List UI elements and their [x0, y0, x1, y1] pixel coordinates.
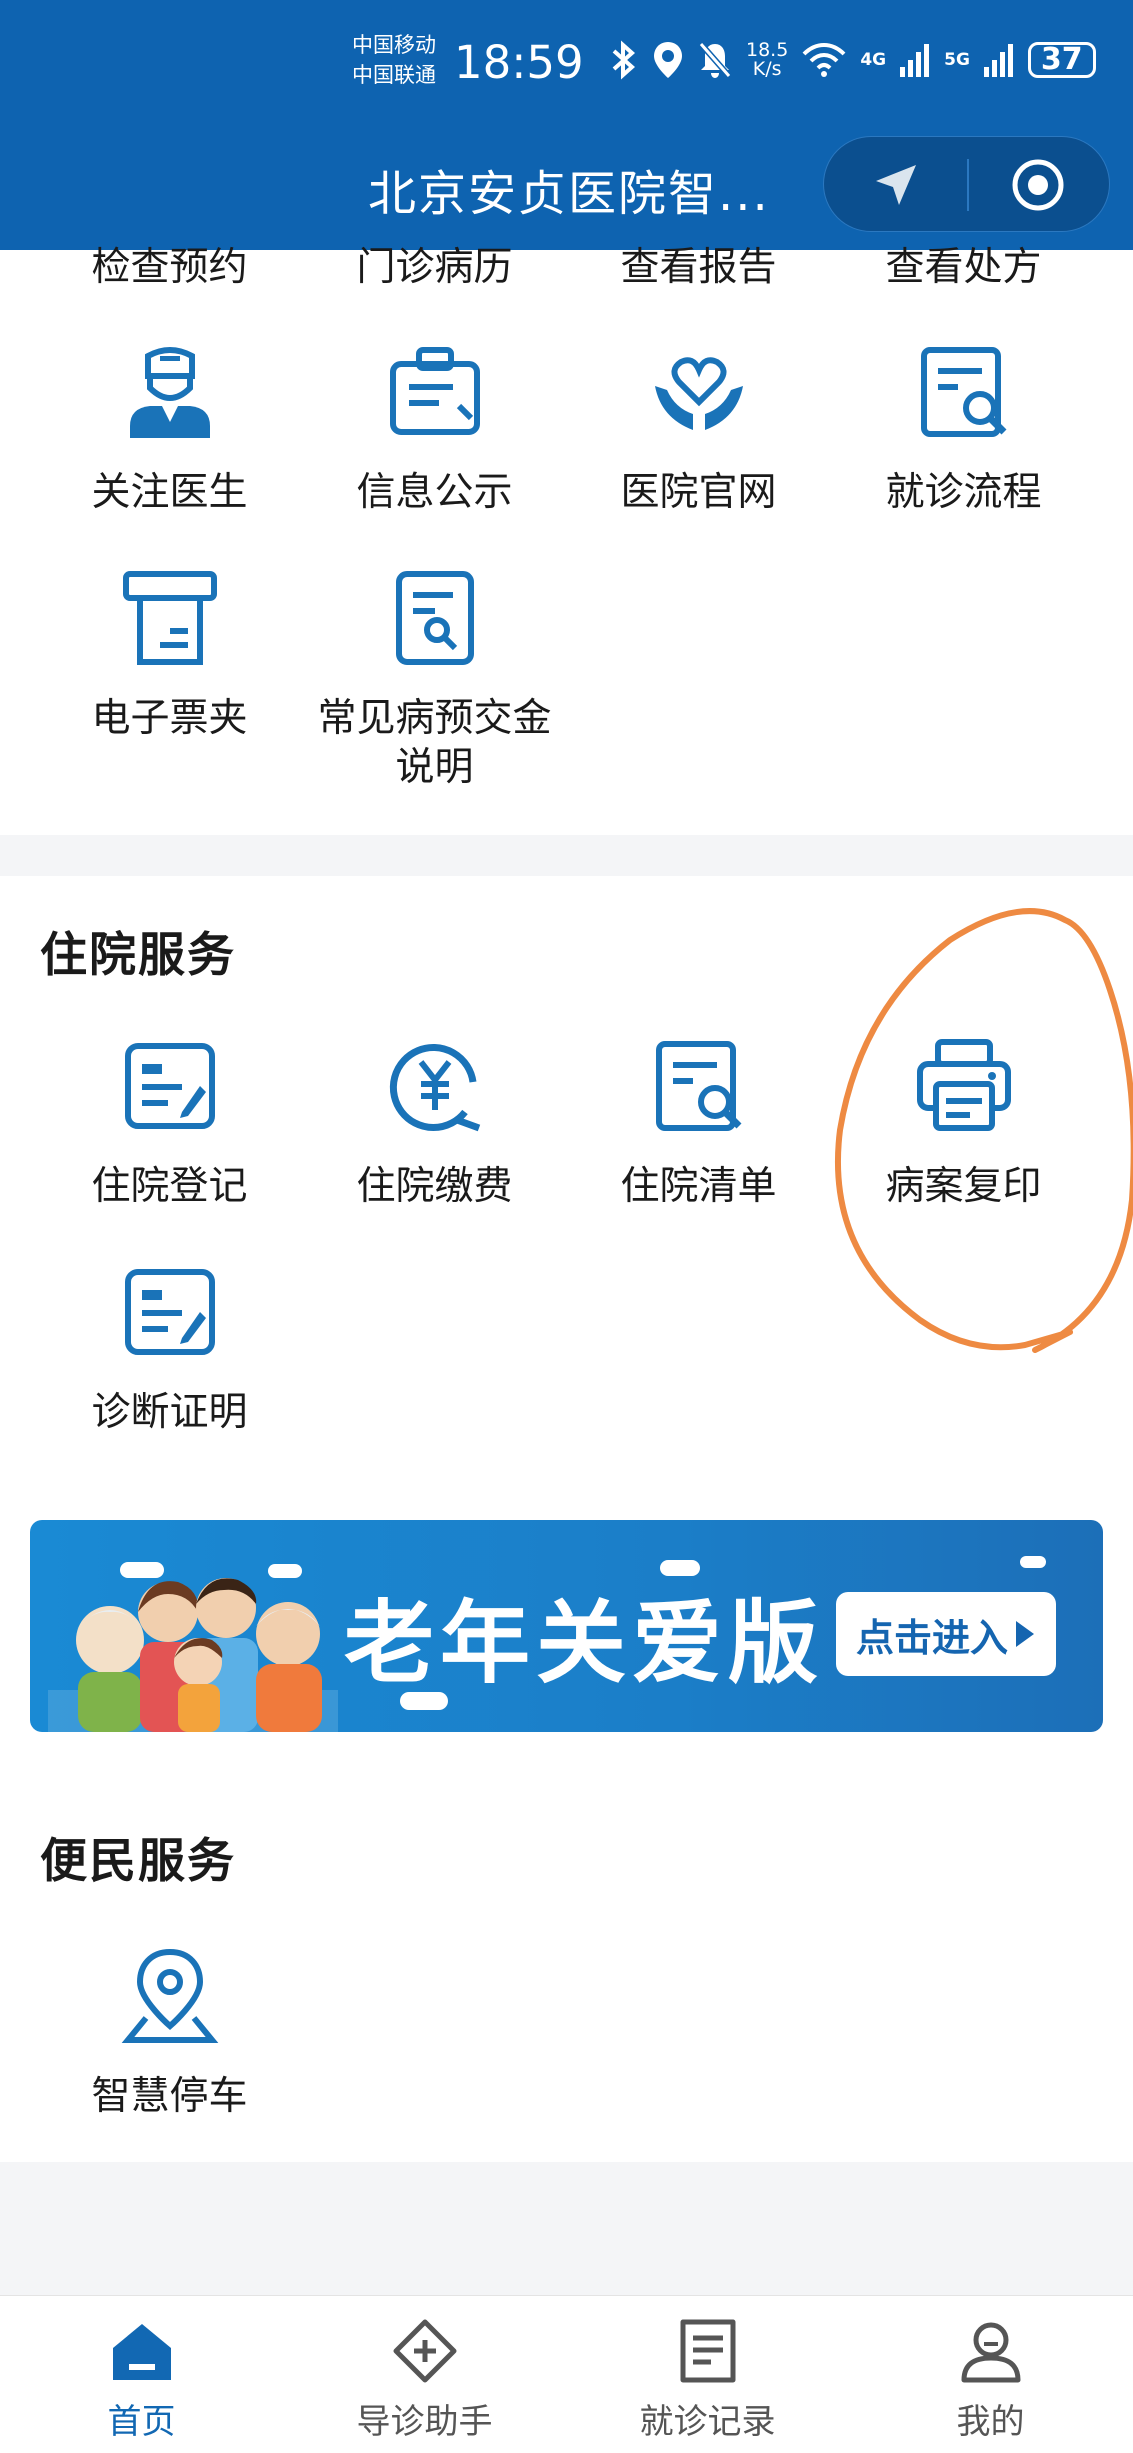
mute-bell-icon	[698, 42, 732, 78]
e-ticket-button[interactable]: 电子票夹	[37, 568, 302, 743]
form-edit-icon	[124, 1043, 215, 1129]
tile-label: 智慧停车	[91, 2074, 248, 2119]
home-icon	[112, 2324, 171, 2380]
form-edit-icon	[124, 1269, 215, 1355]
nav-label: 我的	[956, 2402, 1025, 2442]
document-search-icon	[395, 571, 474, 665]
doctor-icon	[129, 347, 210, 438]
outpatient-record-button[interactable]: 门诊病历	[302, 243, 567, 292]
record-copy-button[interactable]: 病案复印	[831, 1036, 1096, 1211]
carrier-2: 中国联通	[352, 63, 436, 87]
user-icon	[961, 2322, 1020, 2383]
signal-icon-a	[900, 44, 930, 77]
navigation-arrow-icon	[876, 165, 916, 205]
records-icon	[680, 2319, 735, 2383]
section-title-convenience: 便民服务	[40, 1834, 236, 1889]
family-illustration	[48, 1578, 338, 1732]
document-search-icon	[655, 1041, 741, 1131]
elderly-care-banner[interactable]: 老年关爱版 点击进入	[30, 1520, 1103, 1732]
nav-profile[interactable]: 我的	[849, 2318, 1132, 2443]
cloud-decoration	[1020, 1556, 1046, 1568]
capsule-divider	[967, 159, 969, 211]
battery-indicator: 37	[1027, 42, 1096, 78]
follow-doctor-button[interactable]: 关注医生	[37, 342, 302, 517]
inpatient-bill-button[interactable]: 住院清单	[566, 1036, 831, 1211]
visit-process-button[interactable]: 就诊流程	[831, 342, 1096, 517]
nav-home[interactable]: 首页	[0, 2318, 283, 2443]
close-miniprogram-button[interactable]	[1008, 155, 1068, 215]
carrier-1: 中国移动	[352, 33, 436, 57]
tile-label: 电子票夹	[91, 696, 248, 741]
document-search-icon	[920, 347, 1006, 437]
nav-label: 就诊记录	[639, 2402, 776, 2442]
receipt-printer-icon	[122, 571, 217, 665]
banner-button-label: 点击进入	[855, 1615, 1008, 1660]
smart-parking-button[interactable]: 智慧停车	[37, 1946, 302, 2121]
diagnosis-certificate-button[interactable]: 诊断证明	[37, 1262, 302, 1437]
status-bar: 中国移动 中国联通 18:59 18.5 K/s 4G 5G 37	[0, 26, 1133, 96]
yuan-payment-icon	[389, 1044, 480, 1132]
play-arrow-icon	[1016, 1621, 1034, 1647]
printer-icon	[916, 1039, 1011, 1131]
admission-register-button[interactable]: 住院登记	[37, 1036, 302, 1211]
convenience-services-card: 便民服务 智慧停车	[0, 1782, 1133, 2162]
status-icons: 18.5 K/s 4G 5G 37	[610, 40, 1096, 80]
nav-label: 首页	[107, 2402, 176, 2442]
bluetooth-icon	[612, 40, 636, 80]
inpatient-services-card: 住院服务 住院登记 住院缴费 住院清单 病案复印 诊断证明	[0, 876, 1133, 1480]
clock: 18:59	[454, 36, 584, 89]
notice-board-icon	[389, 347, 480, 435]
outpatient-services-card: 检查预约 门诊病历 查看报告 查看处方 关注医生 信息公示 医院官网 就诊流程 …	[0, 245, 1133, 835]
tile-label: 医院官网	[620, 470, 777, 515]
wifi-icon	[802, 43, 846, 77]
info-notice-button[interactable]: 信息公示	[302, 342, 567, 517]
tile-label: 住院缴费	[356, 1164, 513, 1209]
nav-visit-records[interactable]: 就诊记录	[566, 2318, 849, 2443]
hospital-website-button[interactable]: 医院官网	[566, 342, 831, 517]
carrier-labels: 中国移动 中国联通	[352, 30, 436, 90]
network-type-b: 5G	[944, 50, 970, 70]
navigate-button[interactable]	[866, 155, 926, 215]
medical-guide-icon	[393, 2319, 456, 2383]
tile-label: 就诊流程	[885, 470, 1042, 515]
tile-label: 关注医生	[91, 470, 248, 515]
signal-icon-b	[983, 44, 1013, 77]
tile-label-line2: 说明	[395, 745, 474, 790]
capsule-menu	[823, 136, 1110, 232]
nav-guide-assistant[interactable]: 导诊助手	[283, 2318, 566, 2443]
target-circle-icon	[1012, 159, 1064, 211]
header-bar: 中国移动 中国联通 18:59 18.5 K/s 4G 5G 37 北京安贞医院…	[0, 0, 1133, 250]
speed-unit: K/s	[752, 58, 782, 80]
page-title: 北京安贞医院智...	[368, 166, 770, 222]
inpatient-payment-button[interactable]: 住院缴费	[302, 1036, 567, 1211]
tile-label: 诊断证明	[91, 1390, 248, 1435]
bottom-navigation: 首页 导诊助手 就诊记录 我的	[0, 2295, 1133, 2453]
tile-label: 病案复印	[885, 1164, 1042, 1209]
view-prescription-button[interactable]: 查看处方	[831, 243, 1096, 292]
location-icon	[654, 42, 682, 78]
tile-label: 住院清单	[620, 1164, 777, 1209]
partial-row: 检查预约 门诊病历 查看报告 查看处方	[0, 230, 1133, 292]
tile-label-line1: 常见病预交金	[317, 696, 552, 741]
location-pin-icon	[121, 1948, 218, 2043]
view-report-button[interactable]: 查看报告	[566, 243, 831, 292]
title-bar: 北京安贞医院智...	[0, 130, 1133, 240]
network-speed: 18.5 K/s	[746, 41, 788, 79]
tile-label: 信息公示	[356, 470, 513, 515]
heart-hands-icon	[654, 357, 743, 430]
nav-label: 导诊助手	[356, 2402, 493, 2442]
deposit-info-button[interactable]: 常见病预交金 说明	[302, 568, 567, 792]
network-type-a: 4G	[860, 50, 887, 70]
banner-enter-button[interactable]: 点击进入	[836, 1592, 1056, 1676]
banner-title: 老年关爱版	[344, 1591, 824, 1696]
exam-booking-button[interactable]: 检查预约	[37, 243, 302, 292]
tile-label: 住院登记	[91, 1164, 248, 1209]
section-title-inpatient: 住院服务	[40, 928, 236, 983]
